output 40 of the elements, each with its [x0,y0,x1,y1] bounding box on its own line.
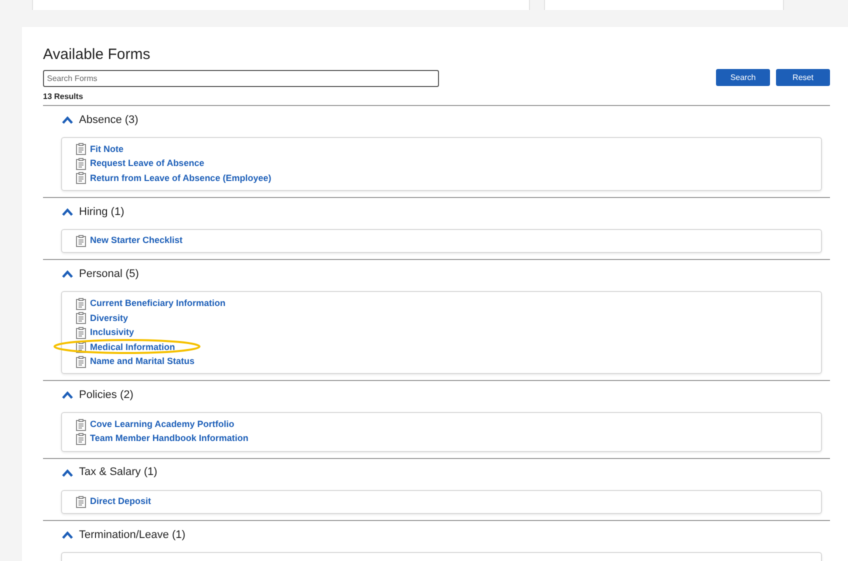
chevron-up-icon[interactable] [62,270,73,278]
clipboard-icon [76,356,86,368]
clipboard-icon [76,298,86,310]
clipboard-icon [76,326,86,339]
clipboard-icon [76,235,86,248]
chevron-up-icon[interactable] [62,531,73,540]
clipboard-icon [76,172,86,184]
form-link[interactable]: Request Leave of Absence [90,157,204,171]
clipboard-icon [76,418,86,431]
form-link[interactable]: New Starter Checklist [90,234,183,248]
form-link[interactable]: Inclusivity [90,326,134,340]
chevron-up-icon[interactable] [62,391,73,400]
results-count: 13 Results [43,92,84,102]
section-heading[interactable]: Absence (3) [79,112,138,128]
page-title: Available Forms [43,46,152,64]
chevron-up-icon[interactable] [62,208,73,216]
clipboard-icon [76,143,86,156]
chevron-up-icon[interactable] [62,468,73,477]
form-link[interactable]: Return from Leave of Absence (Employee) [90,172,272,186]
form-link[interactable]: Current Beneficiary Information [90,296,226,310]
chevron-up-icon[interactable] [62,116,73,124]
clipboard-icon [76,496,86,508]
section-heading[interactable]: Hiring (1) [79,204,124,220]
form-link[interactable]: Diversity [90,312,128,326]
clipboard-icon [76,312,86,324]
form-link[interactable]: Fit Note [90,142,124,156]
search-button[interactable]: Search [716,69,770,86]
section-heading[interactable]: Personal (5) [79,266,139,283]
clipboard-icon [76,158,86,170]
clipboard-icon [76,341,86,354]
form-link[interactable]: Name and Marital Status [90,355,195,369]
form-link[interactable]: Team Member Handbook Information [90,432,248,446]
section-heading[interactable]: Termination/Leave (1) [79,526,186,544]
form-link[interactable]: Cove Learning Academy Portfolio [90,418,234,432]
reset-button[interactable]: Reset [776,69,830,86]
section-heading[interactable]: Policies (2) [79,387,134,404]
clipboard-icon [76,433,86,446]
section-heading[interactable]: Tax & Salary (1) [79,464,158,481]
search-field[interactable]: Search Forms [43,70,439,87]
form-link[interactable]: Direct Deposit [90,495,152,509]
